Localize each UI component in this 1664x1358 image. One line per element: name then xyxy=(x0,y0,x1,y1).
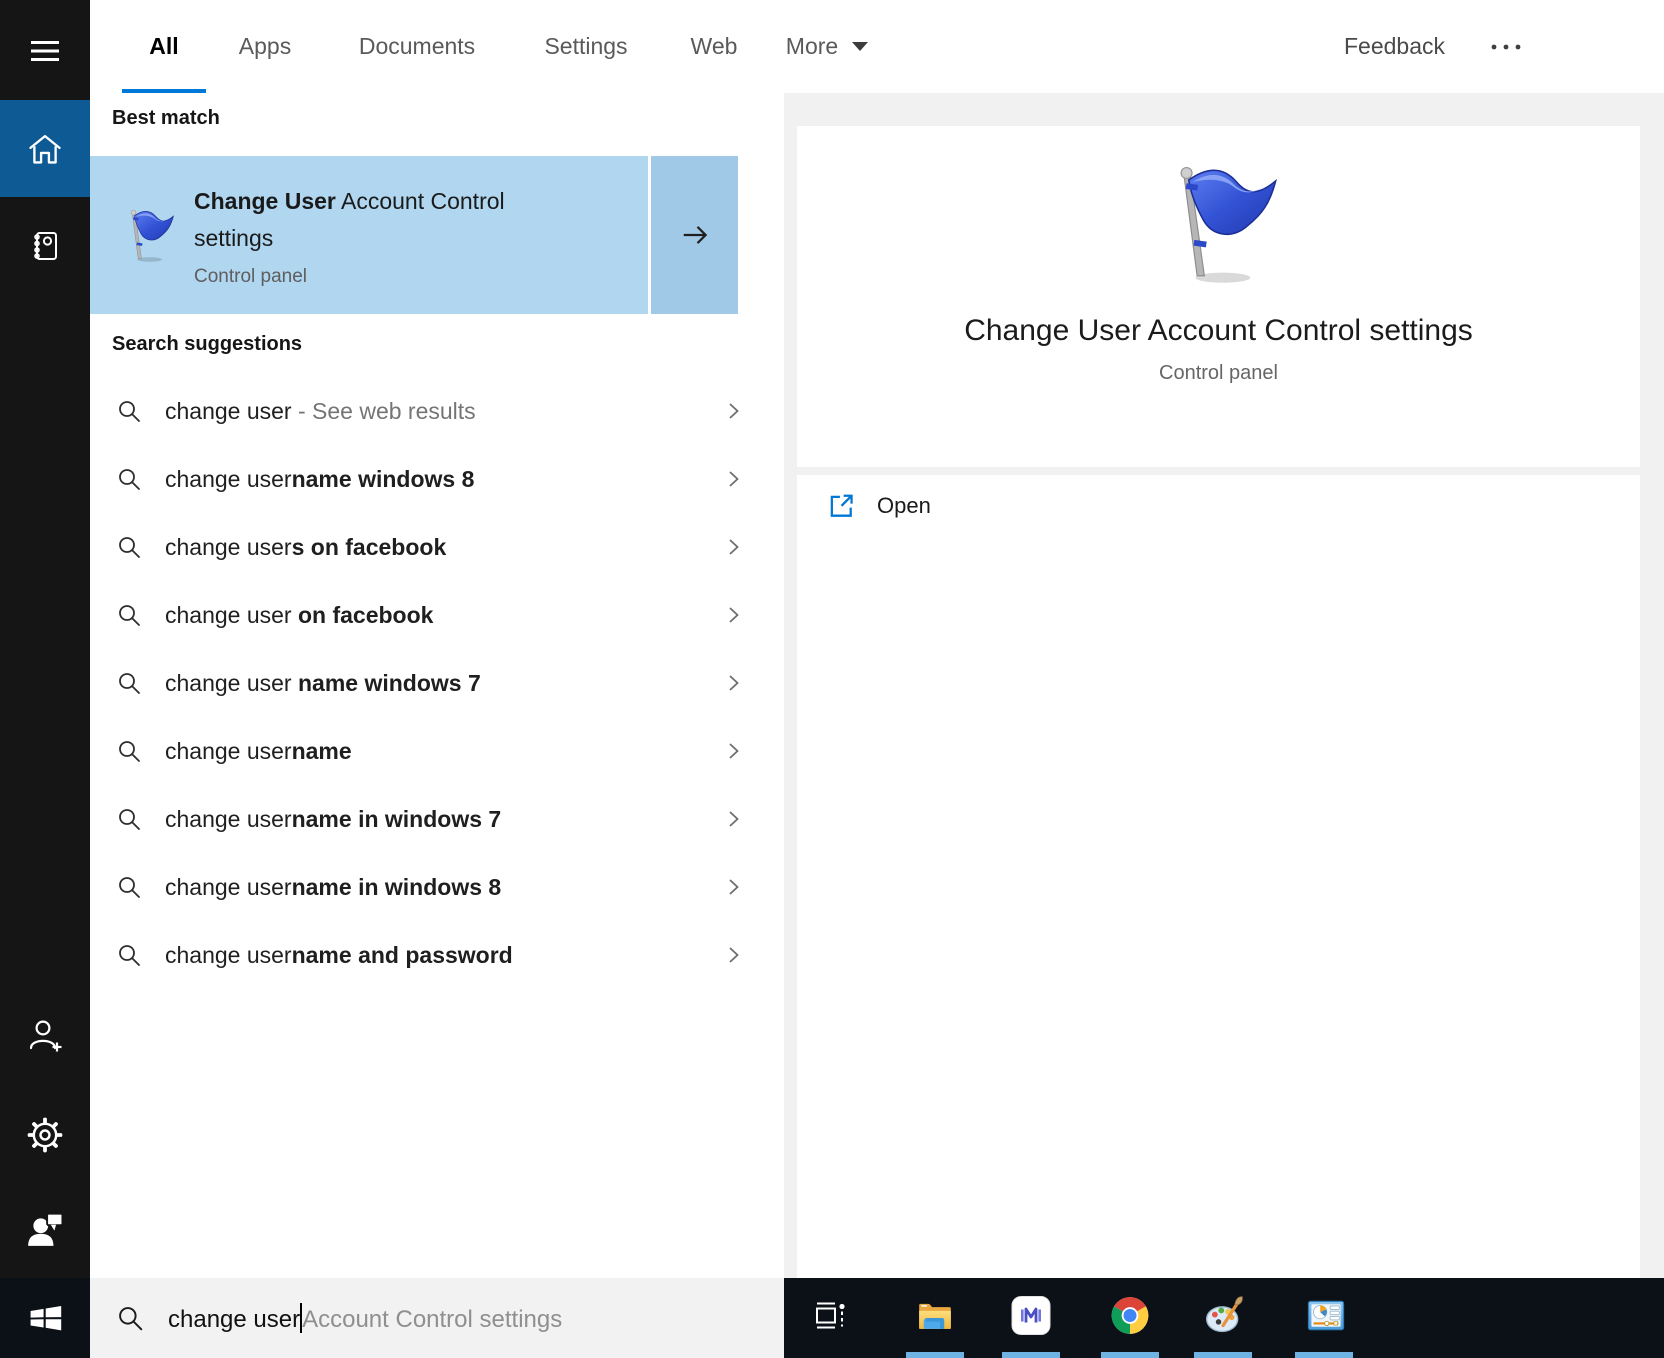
add-user-icon xyxy=(26,1016,64,1056)
windows-start-icon xyxy=(27,1301,63,1335)
sidebar-item-user[interactable] xyxy=(0,1208,90,1252)
task-view-icon xyxy=(814,1299,848,1333)
running-indicator xyxy=(906,1352,964,1358)
taskbar xyxy=(784,1278,1664,1358)
settings-gear-icon xyxy=(26,1116,64,1154)
feedback-button[interactable]: Feedback xyxy=(1344,0,1445,93)
file-explorer-button[interactable] xyxy=(915,1296,955,1341)
tab-documents[interactable]: Documents xyxy=(359,0,475,93)
paint-icon xyxy=(1203,1295,1245,1337)
running-indicator xyxy=(1101,1352,1159,1358)
suggestion-row[interactable]: change username in windows 8 xyxy=(90,853,784,921)
menu-button[interactable] xyxy=(0,31,90,71)
chrome-button[interactable] xyxy=(1110,1296,1150,1341)
search-icon xyxy=(116,806,142,832)
search-icon xyxy=(116,738,142,764)
user-feedback-icon xyxy=(26,1211,64,1249)
open-action[interactable]: Open xyxy=(827,484,931,528)
search-box[interactable]: change userAccount Control settings xyxy=(90,1278,784,1358)
search-icon xyxy=(116,942,142,968)
chevron-right-icon xyxy=(724,741,744,761)
chevron-right-icon xyxy=(724,537,744,557)
open-label: Open xyxy=(877,493,931,519)
preview-subtitle: Control panel xyxy=(797,362,1640,385)
file-explorer-icon xyxy=(915,1296,955,1336)
sidebar-item-home[interactable] xyxy=(0,100,90,197)
sidebar-item-add-account[interactable] xyxy=(0,1014,90,1058)
task-view-button[interactable] xyxy=(814,1299,848,1338)
chevron-right-icon xyxy=(724,605,744,625)
suggestion-row[interactable]: change username xyxy=(90,717,784,785)
tab-more[interactable]: More xyxy=(786,0,838,93)
best-match-header: Best match xyxy=(112,107,220,130)
results-panel: Best match Change User Account Control s… xyxy=(90,93,784,1278)
blue-flag-icon xyxy=(1156,158,1281,288)
best-match-subtitle: Control panel xyxy=(194,266,594,288)
journal-icon xyxy=(27,228,63,264)
tab-web[interactable]: Web xyxy=(691,0,738,93)
search-suggestions-header: Search suggestions xyxy=(112,333,302,356)
sidebar-item-journal[interactable] xyxy=(0,224,90,268)
running-indicator xyxy=(1194,1352,1252,1358)
suggestion-row[interactable]: change username in windows 7 xyxy=(90,785,784,853)
chevron-right-icon xyxy=(724,401,744,421)
chrome-icon xyxy=(1110,1296,1150,1336)
tab-settings[interactable]: Settings xyxy=(544,0,627,93)
search-icon xyxy=(116,534,142,560)
ellipsis-icon[interactable] xyxy=(1489,40,1523,58)
search-icon xyxy=(116,602,142,628)
running-indicator xyxy=(1295,1352,1353,1358)
preview-title: Change User Account Control settings xyxy=(797,314,1640,348)
search-input[interactable]: change userAccount Control settings xyxy=(168,1303,562,1334)
paint-button[interactable] xyxy=(1203,1295,1245,1342)
suggestion-row[interactable]: change users on facebook xyxy=(90,513,784,581)
search-icon xyxy=(116,874,142,900)
m-app-icon xyxy=(1011,1296,1051,1336)
chevron-right-icon xyxy=(724,673,744,693)
chevron-right-icon xyxy=(724,877,744,897)
tab-apps[interactable]: Apps xyxy=(239,0,291,93)
open-external-icon xyxy=(827,492,855,520)
running-indicator xyxy=(1002,1352,1060,1358)
search-icon xyxy=(116,1304,144,1332)
chevron-right-icon xyxy=(724,469,744,489)
best-match-result[interactable]: Change User Account Control settings Con… xyxy=(90,156,738,314)
active-tab-underline xyxy=(122,89,206,93)
start-button[interactable] xyxy=(0,1278,90,1358)
preview-panel: Change User Account Control settings Con… xyxy=(784,93,1664,1278)
suggestion-row[interactable]: change user on facebook xyxy=(90,581,784,649)
suggestion-row[interactable]: change user name windows 7 xyxy=(90,649,784,717)
home-icon xyxy=(26,131,64,167)
chevron-right-icon xyxy=(724,945,744,965)
inline-completion: Account Control settings xyxy=(302,1306,562,1333)
menu-icon xyxy=(30,39,60,63)
search-icon xyxy=(116,670,142,696)
suggestion-row[interactable]: change username and password xyxy=(90,921,784,989)
expand-arrow-icon xyxy=(677,220,713,250)
search-topbar: All Apps Documents Settings Web More Fee… xyxy=(0,0,1664,93)
system-config-button[interactable] xyxy=(1306,1296,1346,1341)
chevron-down-icon xyxy=(852,42,868,51)
blue-flag-icon xyxy=(120,204,176,266)
chevron-right-icon xyxy=(724,809,744,829)
divider xyxy=(797,467,1640,475)
best-match-title: Change User Account Control settings xyxy=(194,183,584,257)
suggestion-row[interactable]: change username windows 8 xyxy=(90,445,784,513)
search-icon xyxy=(116,398,142,424)
expand-result-button[interactable] xyxy=(651,156,738,314)
m-app-button[interactable] xyxy=(1011,1296,1051,1341)
system-config-icon xyxy=(1306,1296,1346,1336)
tab-all[interactable]: All xyxy=(149,0,178,93)
preview-card: Change User Account Control settings Con… xyxy=(797,126,1640,1278)
sidebar xyxy=(0,0,90,1278)
search-icon xyxy=(116,466,142,492)
sidebar-item-settings[interactable] xyxy=(0,1113,90,1157)
suggestion-row[interactable]: change user - See web results xyxy=(90,377,784,445)
